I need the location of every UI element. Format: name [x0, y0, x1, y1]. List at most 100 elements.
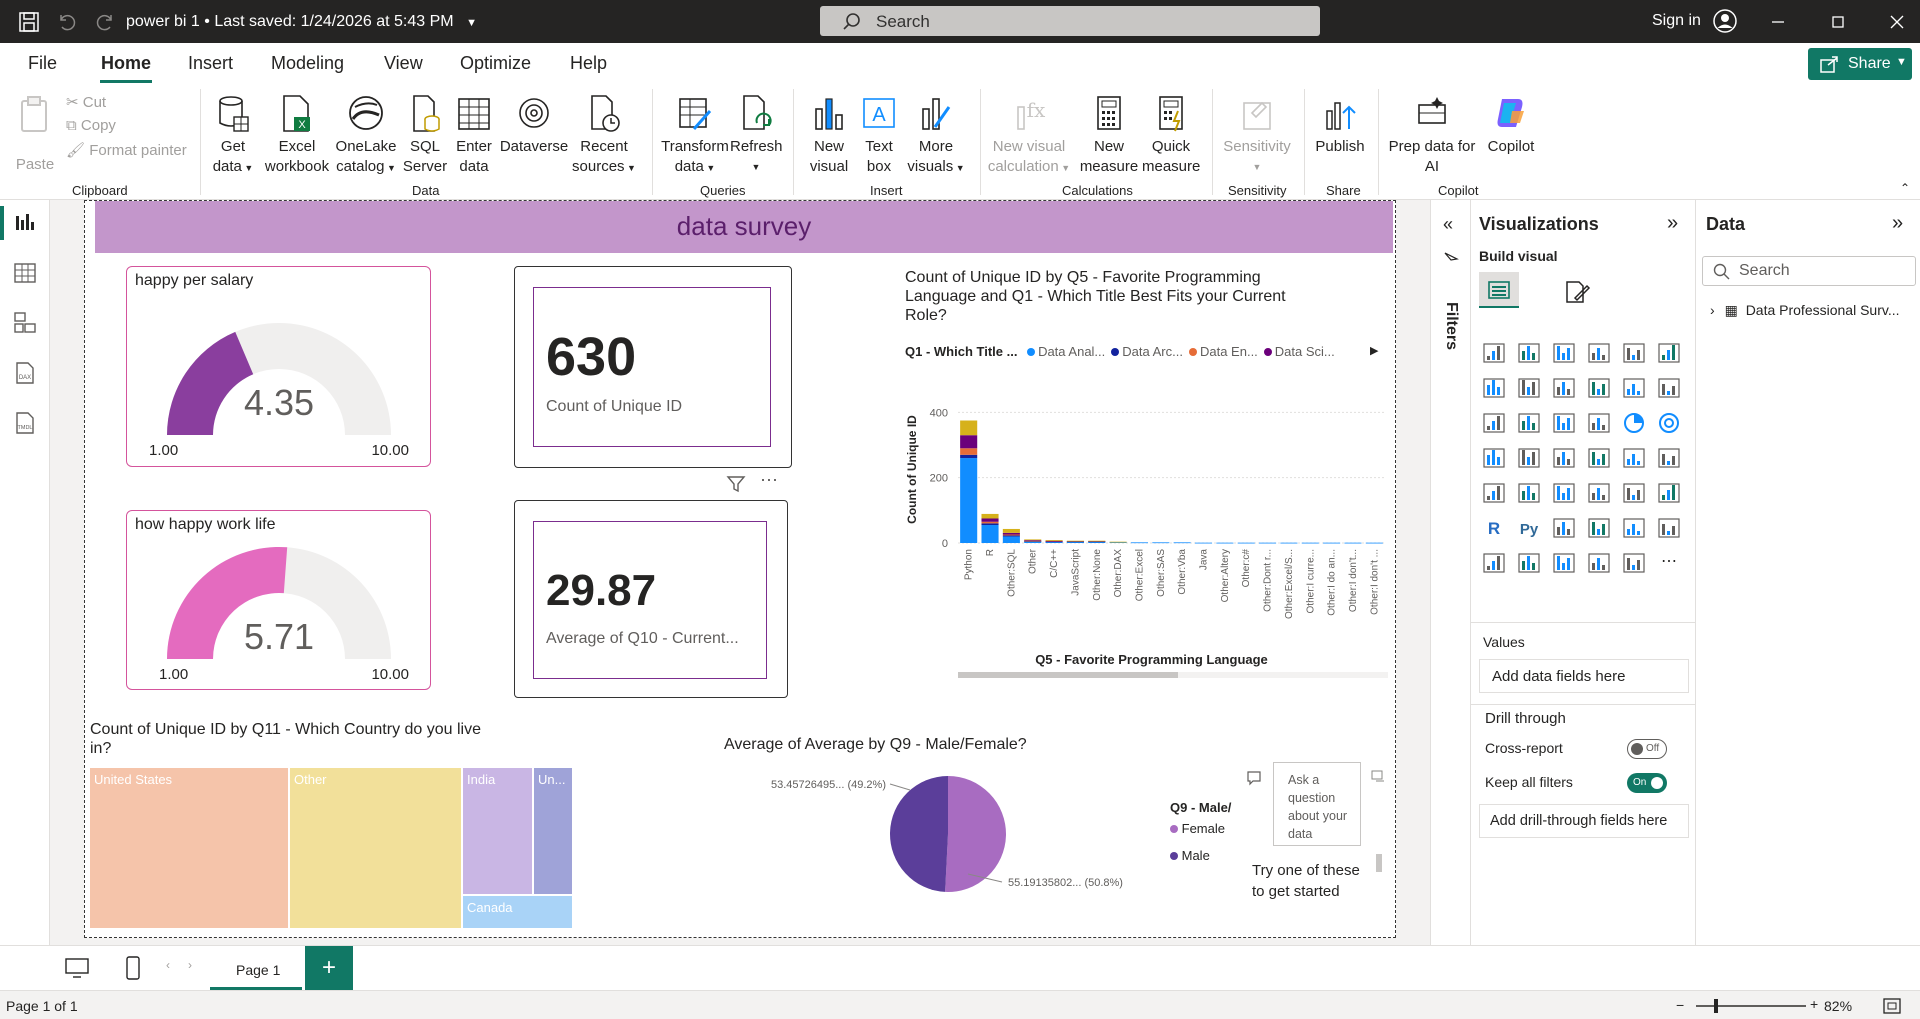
data-table-item[interactable]: › ▦ Data Professional Surv...	[1710, 302, 1900, 319]
bar-segment[interactable]	[960, 435, 978, 449]
bar-segment[interactable]	[1365, 542, 1383, 544]
new-visual-button[interactable]: New visual	[806, 93, 852, 177]
expand-icon[interactable]: »	[1667, 212, 1678, 235]
collapse-icon[interactable]: «	[1443, 214, 1453, 235]
pie-slice-female[interactable]	[945, 776, 1007, 892]
pie-chart-gender[interactable]: Average of Average by Q9 - Male/Female? …	[720, 734, 1170, 934]
bar-segment[interactable]	[981, 523, 999, 526]
stacked-bar-icon[interactable]	[1481, 340, 1507, 366]
pie-icon[interactable]	[1621, 410, 1647, 436]
stacked-column-icon[interactable]	[1516, 340, 1542, 366]
r-visual-icon[interactable]: R	[1481, 515, 1507, 541]
tmdl-view-icon[interactable]: TMDL	[12, 410, 38, 436]
power-automate-icon[interactable]	[1586, 550, 1612, 576]
cross-report-toggle[interactable]: Off	[1627, 739, 1667, 759]
bar-segment[interactable]	[981, 518, 999, 522]
bar-segment[interactable]	[960, 458, 978, 543]
bar-segment[interactable]	[1301, 542, 1319, 544]
treemap-tile[interactable]: Canada	[463, 896, 572, 928]
bar-segment[interactable]	[1002, 528, 1020, 533]
power-apps-icon[interactable]	[1551, 550, 1577, 576]
gauge-happy-per-salary[interactable]: happy per salary 4.35 1.00 10.00	[126, 266, 431, 467]
sign-in-link[interactable]: Sign in	[1652, 12, 1701, 30]
model-view-icon[interactable]	[12, 310, 38, 336]
expand-icon[interactable]: »	[1892, 212, 1903, 235]
next-page-icon[interactable]: ›	[188, 958, 192, 972]
excel-workbook-button[interactable]: X Excel workbook	[262, 93, 332, 177]
refresh-button[interactable]: Refresh ▼	[730, 93, 783, 177]
more-options-icon[interactable]: ⋯	[760, 470, 778, 491]
sql-server-button[interactable]: SQL Server	[400, 93, 450, 177]
treemap-tile[interactable]: India	[463, 768, 532, 894]
card-icon[interactable]	[1656, 445, 1682, 471]
sensitivity-button[interactable]: Sensitivity ▼	[1220, 93, 1294, 177]
zoom-in-icon[interactable]: +	[1810, 996, 1818, 1012]
tab-help[interactable]: Help	[570, 53, 607, 74]
legend-item-male[interactable]: Male	[1170, 848, 1250, 863]
line-column-icon[interactable]	[1621, 375, 1647, 401]
cut-button[interactable]: ✂ Cut	[66, 93, 106, 111]
page-tab-page-1[interactable]: Page 1	[210, 946, 302, 990]
bar-segment[interactable]	[1237, 542, 1255, 544]
bar-segment[interactable]	[981, 513, 999, 519]
copy-button[interactable]: ⧉ Copy	[66, 117, 116, 134]
bar-segment[interactable]	[1173, 542, 1191, 544]
scatter-icon[interactable]	[1586, 410, 1612, 436]
matrix-icon[interactable]	[1621, 480, 1647, 506]
pie-slice-male[interactable]	[890, 776, 948, 892]
bar-segment[interactable]	[1152, 542, 1170, 544]
chevron-down-icon[interactable]: ▼	[466, 17, 477, 29]
build-visual-tab[interactable]	[1479, 272, 1519, 308]
bar-segment[interactable]	[1109, 541, 1127, 543]
legend-item[interactable]: Data Sci...	[1263, 344, 1335, 359]
clustered-bar-icon[interactable]	[1551, 340, 1577, 366]
mobile-layout-icon[interactable]	[124, 955, 142, 981]
card-count-unique-id[interactable]: 630 Count of Unique ID	[514, 266, 792, 468]
azure-map-icon[interactable]	[1586, 445, 1612, 471]
tab-insert[interactable]: Insert	[188, 53, 233, 74]
stacked-column-chart[interactable]: Count of Unique ID by Q5 - Favorite Prog…	[900, 266, 1390, 702]
legend-item[interactable]: Data En...	[1188, 344, 1258, 359]
document-title[interactable]: power bi 1 • Last saved: 1/24/2026 at 5:…	[126, 13, 477, 31]
line-clustered-icon[interactable]	[1656, 375, 1682, 401]
keep-filters-toggle[interactable]: On	[1627, 773, 1667, 793]
gauge-icon[interactable]	[1621, 445, 1647, 471]
qa-icon[interactable]	[1621, 515, 1647, 541]
tab-home[interactable]: Home	[101, 53, 151, 74]
collapse-ribbon-icon[interactable]: ⌃	[1900, 181, 1910, 195]
bar-segment[interactable]	[1002, 536, 1020, 543]
legend-item-female[interactable]: Female	[1170, 821, 1250, 836]
bar-segment[interactable]	[1045, 540, 1063, 541]
bar-segment[interactable]	[1002, 535, 1020, 537]
tab-optimize[interactable]: Optimize	[460, 53, 531, 74]
close-icon[interactable]	[1887, 12, 1907, 32]
line-icon[interactable]	[1481, 375, 1507, 401]
map-icon[interactable]	[1516, 445, 1542, 471]
filled-map-icon[interactable]	[1551, 445, 1577, 471]
bar-segment[interactable]	[1130, 542, 1149, 544]
bar-segment[interactable]	[960, 454, 978, 459]
maximize-icon[interactable]	[1828, 12, 1848, 32]
copilot-button[interactable]: Copilot	[1480, 93, 1542, 157]
enter-data-button[interactable]: Enter data	[451, 93, 497, 177]
slicer-icon[interactable]	[1551, 480, 1577, 506]
card-average-q10[interactable]: 29.87 Average of Q10 - Current...	[514, 500, 788, 698]
treemap-icon[interactable]	[1481, 445, 1507, 471]
account-icon[interactable]	[1713, 9, 1737, 33]
100-column-icon[interactable]	[1656, 340, 1682, 366]
new-measure-button[interactable]: New measure	[1078, 93, 1140, 177]
legend-item[interactable]: Data Arc...	[1111, 344, 1183, 359]
add-page-button[interactable]: +	[305, 946, 353, 990]
filters-label[interactable]: Filters	[1442, 302, 1460, 350]
comment-icon[interactable]	[1246, 770, 1262, 786]
smart-narrative-icon[interactable]	[1656, 515, 1682, 541]
area-icon[interactable]	[1516, 375, 1542, 401]
decomposition-tree-icon[interactable]	[1586, 515, 1612, 541]
treemap-tile[interactable]: United States	[90, 768, 288, 928]
filter-icon[interactable]	[726, 474, 746, 494]
minimize-icon[interactable]	[1768, 12, 1788, 32]
tab-file[interactable]: File	[28, 53, 57, 74]
onelake-catalog-button[interactable]: OneLake catalog ▼	[334, 93, 398, 178]
redo-icon[interactable]	[94, 11, 116, 33]
donut-icon[interactable]	[1656, 410, 1682, 436]
